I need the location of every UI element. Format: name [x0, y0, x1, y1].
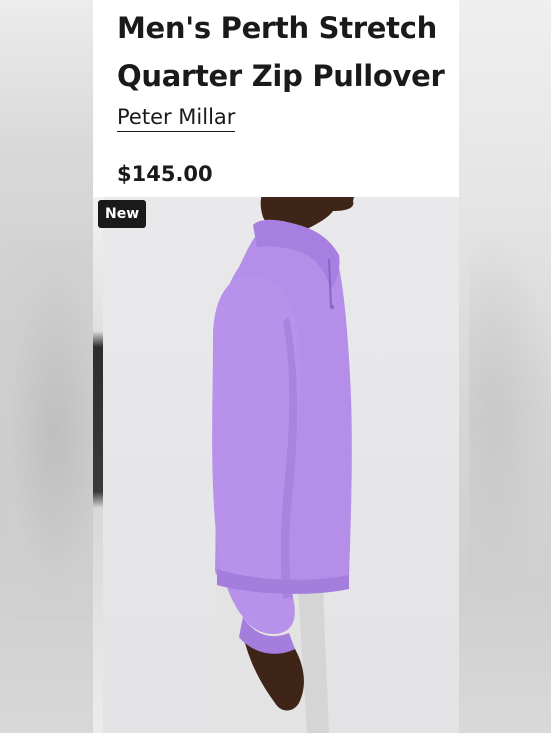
- product-image[interactable]: [93, 197, 459, 733]
- blurred-shape: [0, 240, 93, 620]
- product-title-line-1: Men's Perth Stretch: [117, 11, 437, 45]
- product-card: Men's Perth Stretch Quarter Zip Pullover…: [93, 0, 459, 733]
- product-title-line-2: Quarter Zip Pullover: [117, 59, 445, 93]
- blurred-background-right: [459, 0, 551, 733]
- blurred-background-left: [0, 0, 93, 733]
- model-illustration: [212, 197, 354, 733]
- zipper-pull: [330, 305, 334, 309]
- product-title: Men's Perth Stretch Quarter Zip Pullover: [117, 4, 457, 100]
- blurred-shape: [469, 240, 551, 600]
- product-header: Men's Perth Stretch Quarter Zip Pullover…: [93, 0, 459, 197]
- new-badge: New: [98, 200, 147, 228]
- product-price: $145.00: [117, 162, 213, 186]
- brand-link[interactable]: Peter Millar: [117, 104, 236, 132]
- adjacent-image-edge: [93, 197, 103, 733]
